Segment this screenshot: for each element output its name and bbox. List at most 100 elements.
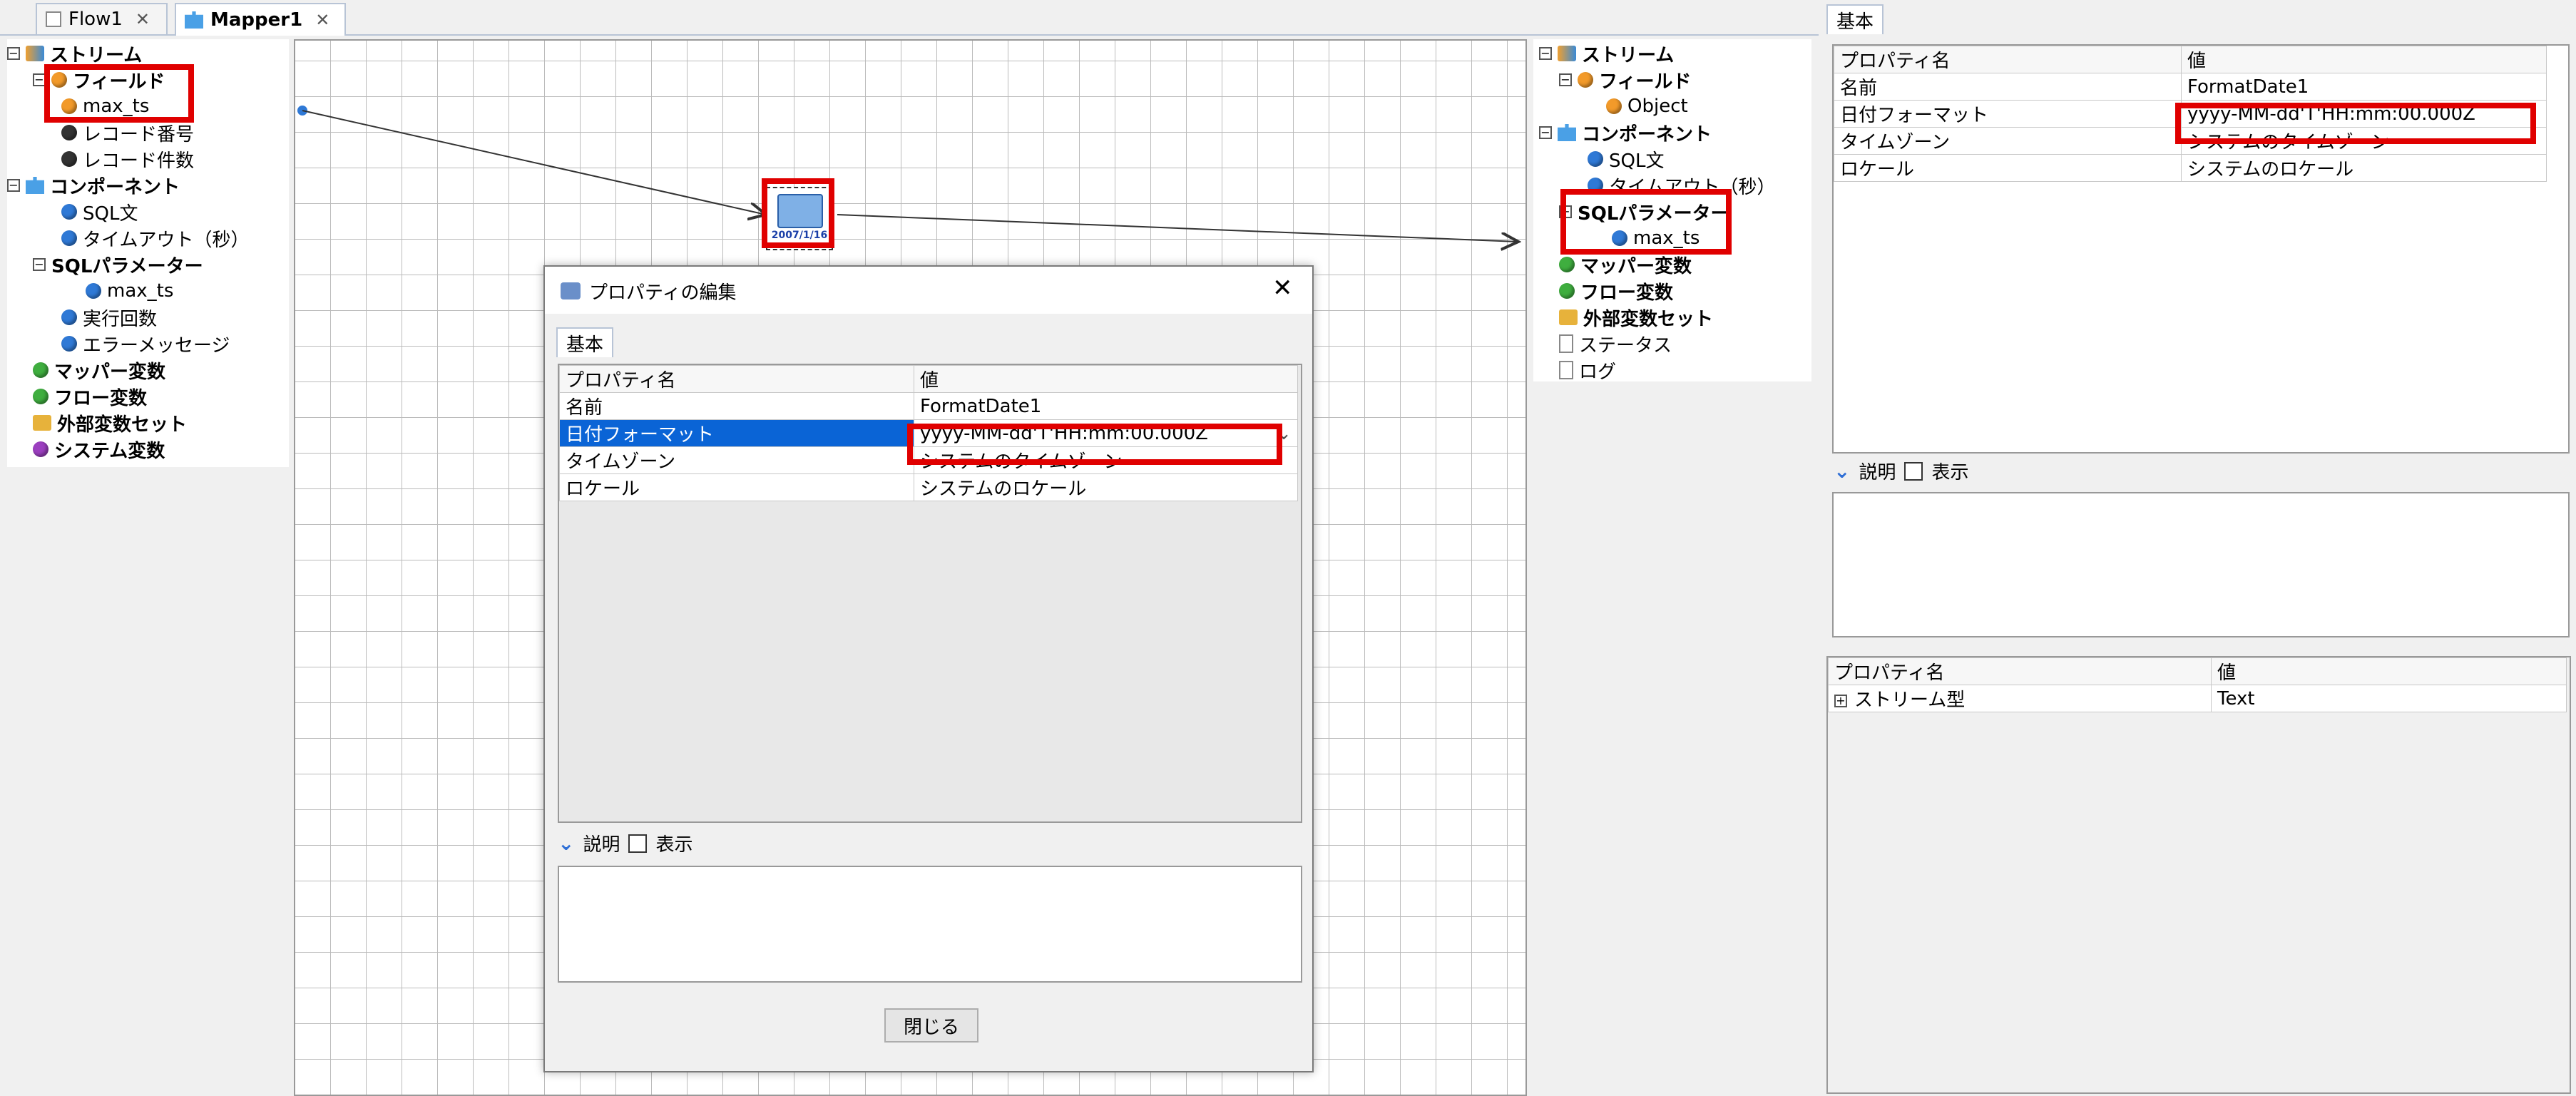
property-node-icon bbox=[61, 336, 77, 352]
edit-properties-dialog: プロパティの編集 ✕ 基本 プロパティ名 値 名前 FormatDate1 日付フ… bbox=[543, 265, 1314, 1072]
tree-label: 実行回数 bbox=[83, 308, 158, 330]
tree-item-timeout[interactable]: タイムアウト（秒） bbox=[61, 225, 249, 251]
tree-label: Object bbox=[1627, 96, 1688, 117]
stream-icon bbox=[26, 46, 44, 61]
chevron-down-icon[interactable]: ⌄ bbox=[558, 831, 574, 855]
column-header-name: プロパティ名 bbox=[559, 365, 914, 393]
tab-label: Mapper1 bbox=[210, 9, 303, 31]
property-name: タイムゾーン bbox=[1834, 127, 2182, 155]
flow-var-icon bbox=[1559, 283, 1575, 299]
tree-label: レコード番号 bbox=[83, 123, 195, 145]
property-row[interactable]: + ストリーム型 Text bbox=[1828, 685, 2567, 712]
tree-label: SQLパラメーター bbox=[51, 255, 203, 277]
tree-item-flow-var[interactable]: フロー変数 bbox=[1559, 278, 1673, 304]
collapse-icon[interactable]: − bbox=[1539, 47, 1552, 60]
tree-label: マッパー変数 bbox=[1580, 255, 1692, 277]
show-checkbox[interactable] bbox=[1904, 461, 1923, 481]
property-name: タイムゾーン bbox=[559, 446, 914, 474]
property-row[interactable]: ロケール システムのロケール bbox=[559, 473, 1298, 501]
collapse-icon[interactable]: − bbox=[33, 258, 46, 271]
close-icon[interactable]: ✕ bbox=[136, 9, 150, 29]
property-name: 日付フォーマット bbox=[1834, 100, 2182, 128]
tree-label: ストリーム bbox=[50, 44, 143, 66]
tree-item-record-no[interactable]: レコード番号 bbox=[61, 120, 194, 145]
close-icon[interactable]: ✕ bbox=[315, 10, 329, 30]
collapse-icon[interactable]: − bbox=[7, 179, 20, 192]
tab-flow1[interactable]: Flow1 ✕ bbox=[36, 3, 168, 34]
mapper-var-icon bbox=[1559, 257, 1575, 272]
close-button[interactable]: 閉じる bbox=[884, 1008, 978, 1043]
column-header-value: 値 bbox=[2181, 46, 2547, 73]
field-node-icon bbox=[1606, 98, 1622, 114]
tree-item-sql-params[interactable]: − SQLパラメーター bbox=[33, 252, 203, 277]
tree-item-exec-count[interactable]: 実行回数 bbox=[61, 304, 157, 330]
editor-tab-bar: Flow1 ✕ Mapper1 ✕ bbox=[0, 0, 1819, 36]
collapse-icon[interactable]: − bbox=[7, 47, 20, 60]
mapper-var-icon bbox=[33, 362, 48, 378]
tree-item-stream[interactable]: − ストリーム bbox=[7, 41, 142, 66]
property-name: ロケール bbox=[1834, 154, 2182, 182]
tree-label: ストリーム bbox=[1582, 44, 1675, 66]
tree-item-error-msg[interactable]: エラーメッセージ bbox=[61, 331, 230, 357]
tree-item-mapper-var[interactable]: マッパー変数 bbox=[1559, 252, 1692, 277]
property-node-icon bbox=[61, 230, 77, 246]
tab-basic[interactable]: 基本 bbox=[1826, 4, 1884, 34]
tree-item-object[interactable]: Object bbox=[1606, 93, 1688, 119]
property-node-icon bbox=[86, 283, 101, 299]
tree-label: SQL文 bbox=[1609, 150, 1665, 172]
property-name: 名前 bbox=[1834, 73, 2182, 101]
description-area[interactable] bbox=[558, 866, 1302, 983]
tree-item-param-max-ts[interactable]: max_ts bbox=[86, 278, 173, 304]
property-row[interactable]: ロケール システムのロケール bbox=[1834, 154, 2547, 182]
property-row[interactable]: 名前 FormatDate1 bbox=[559, 392, 1298, 420]
stream-icon bbox=[1558, 46, 1576, 61]
tree-item-status[interactable]: ステータス bbox=[1559, 331, 1672, 357]
tab-basic[interactable]: 基本 bbox=[556, 327, 613, 357]
highlight-box bbox=[762, 178, 834, 248]
tree-item-flow-var[interactable]: フロー変数 bbox=[33, 384, 147, 409]
tree-item-component[interactable]: − コンポーネント bbox=[7, 173, 180, 198]
property-value[interactable]: Text bbox=[2211, 685, 2567, 712]
close-icon[interactable]: ✕ bbox=[1272, 274, 1293, 302]
show-label: 表示 bbox=[1931, 462, 1969, 483]
show-checkbox[interactable] bbox=[628, 834, 648, 853]
property-value[interactable]: FormatDate1 bbox=[2181, 73, 2547, 101]
tree-label: SQL文 bbox=[83, 203, 138, 225]
column-header-value: 値 bbox=[914, 365, 1298, 393]
tree-item-ext-var-set[interactable]: 外部変数セット bbox=[1559, 304, 1713, 330]
expand-icon[interactable]: + bbox=[1834, 694, 1847, 707]
tree-label: レコード件数 bbox=[83, 150, 195, 172]
tree-item-field[interactable]: − フィールド bbox=[1559, 67, 1691, 93]
sys-var-icon bbox=[33, 441, 48, 457]
collapse-icon[interactable]: − bbox=[1539, 126, 1552, 139]
property-value[interactable]: システムのロケール bbox=[914, 473, 1298, 501]
tree-item-component[interactable]: − コンポーネント bbox=[1539, 120, 1712, 145]
property-value[interactable]: FormatDate1 bbox=[914, 392, 1298, 420]
tree-item-sql[interactable]: SQL文 bbox=[1588, 146, 1664, 172]
tree-item-sql[interactable]: SQL文 bbox=[61, 199, 138, 225]
tree-item-stream[interactable]: − ストリーム bbox=[1539, 41, 1674, 66]
tree-label: フィールド bbox=[1599, 71, 1692, 93]
tree-label: ステータス bbox=[1579, 334, 1672, 357]
description-area[interactable] bbox=[1832, 492, 2570, 637]
mapping-line[interactable] bbox=[302, 110, 766, 215]
property-row[interactable]: 名前 FormatDate1 bbox=[1834, 73, 2547, 101]
tree-label: コンポーネント bbox=[50, 176, 180, 198]
tree-item-ext-var-set[interactable]: 外部変数セット bbox=[33, 410, 187, 436]
description-label: 説明 bbox=[1859, 462, 1896, 483]
chevron-down-icon[interactable]: ⌄ bbox=[1834, 459, 1850, 483]
tab-mapper1[interactable]: Mapper1 ✕ bbox=[175, 3, 346, 36]
tree-label: タイムアウト（秒） bbox=[83, 229, 250, 251]
tree-label: マッパー変数 bbox=[54, 361, 166, 383]
collapse-icon[interactable]: − bbox=[1559, 73, 1572, 86]
tree-label: max_ts bbox=[107, 280, 174, 302]
tree-label: コンポーネント bbox=[1582, 123, 1712, 145]
tree-item-log[interactable]: ログ bbox=[1559, 357, 1616, 383]
stream-property-table: プロパティ名 値 + ストリーム型 Text bbox=[1828, 657, 2567, 712]
tree-item-mapper-var[interactable]: マッパー変数 bbox=[33, 357, 165, 383]
property-value[interactable]: システムのロケール bbox=[2181, 154, 2547, 182]
mapping-line[interactable] bbox=[837, 214, 1518, 242]
tree-item-record-count[interactable]: レコード件数 bbox=[61, 146, 194, 172]
tree-item-sys-var[interactable]: システム変数 bbox=[33, 436, 165, 462]
component-icon bbox=[1558, 124, 1576, 141]
